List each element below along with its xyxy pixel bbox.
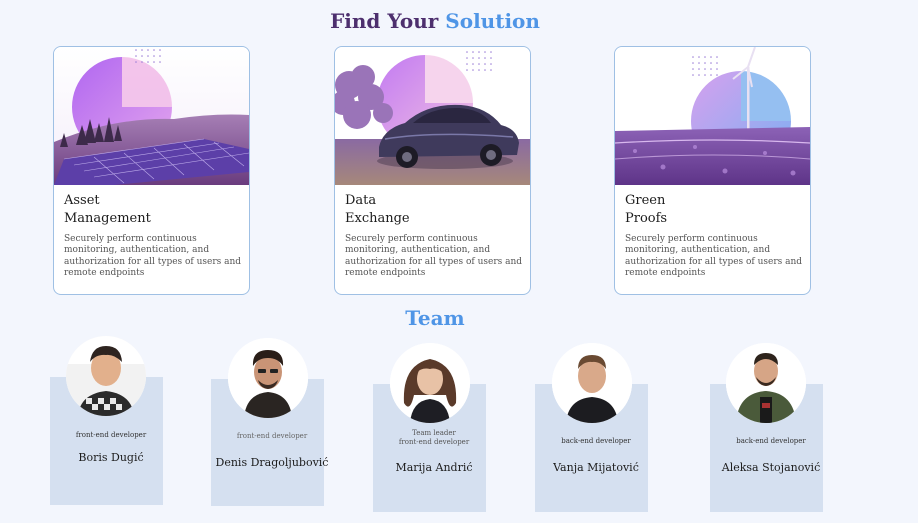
card-title: Green Proofs: [625, 192, 775, 228]
solutions-heading-accent: Solution: [445, 9, 540, 33]
card-title: Data Exchange: [345, 192, 495, 228]
card-title-line2: Proofs: [625, 211, 668, 226]
avatar: [66, 336, 146, 416]
team-heading: Team: [405, 306, 465, 330]
member-name: Boris Dugić: [78, 451, 144, 464]
card-title-line1: Data: [345, 193, 377, 208]
card-description: Securely perform continuous monitoring, …: [64, 234, 242, 279]
card-title-line1: Asset: [64, 193, 100, 208]
member-role: front-end developer: [236, 432, 308, 440]
avatar: [552, 343, 632, 423]
member-name: Denis Dragoljubović: [215, 456, 329, 469]
member-role-line1: Team leader: [412, 429, 456, 437]
member-role: back-end developer: [736, 437, 806, 445]
solution-card-asset-management[interactable]: Asset Management Securely perform contin…: [53, 46, 250, 295]
member-role: Team leader front-end developer: [364, 429, 504, 447]
card-title: Asset Management: [64, 192, 214, 228]
member-name: Marija Andrić: [395, 461, 473, 474]
card-title-line2: Exchange: [345, 211, 410, 226]
solution-card-data-exchange[interactable]: Data Exchange Securely perform continuou…: [334, 46, 531, 295]
electric-car-image: [335, 47, 530, 185]
member-name: Aleksa Stojanović: [721, 461, 821, 474]
card-title-line2: Management: [64, 211, 151, 226]
avatar: [390, 343, 470, 423]
solution-card-green-proofs[interactable]: Green Proofs Securely perform continuous…: [614, 46, 811, 295]
member-name: Vanja Mijatović: [553, 461, 639, 474]
card-title-line1: Green: [625, 193, 666, 208]
member-role: back-end developer: [561, 437, 631, 445]
avatar: [726, 343, 806, 423]
solutions-heading: Find Your Solution: [0, 9, 870, 33]
member-role: front-end developer: [75, 431, 147, 439]
member-role-line2: front-end developer: [398, 438, 470, 446]
solutions-heading-prefix: Find Your: [330, 9, 439, 33]
card-description: Securely perform continuous monitoring, …: [625, 234, 803, 279]
solar-panels-image: [54, 47, 249, 185]
wind-turbine-image: [615, 47, 810, 185]
avatar: [228, 338, 308, 418]
card-description: Securely perform continuous monitoring, …: [345, 234, 523, 279]
